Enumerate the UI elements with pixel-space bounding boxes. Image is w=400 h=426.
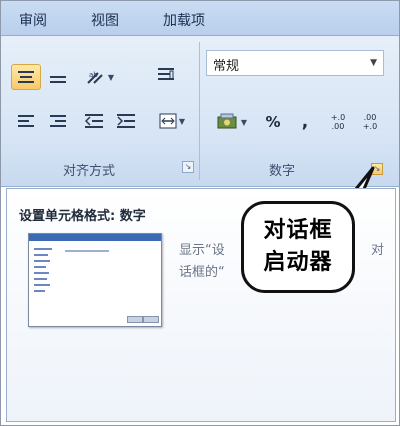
alignment-group-label: 对齐方式 [63,164,116,179]
number-format-value: 常规 [213,59,240,74]
group-divider [199,42,200,180]
chevron-down-icon: ▼ [178,116,186,126]
preview-line [34,260,50,262]
screentip-description-1-end: 对 [371,243,385,258]
text-orientation-icon: ab [87,71,103,84]
align-middle-button[interactable] [11,64,41,90]
ribbon-tab-bar: 审阅 视图 加载项 [1,1,399,36]
align-left-icon [18,115,34,127]
dialog-preview-thumbnail [28,233,162,327]
ribbon-body: ab ▼ ▼ 对齐方式 ↘ 常规 ▼ ▼ % , +.0 .00 .00 +.0… [1,36,399,212]
decrease-decimal-button[interactable]: .00 +.0 [355,108,385,136]
chevron-down-icon: ▼ [370,58,377,68]
merge-center-button[interactable]: ▼ [151,108,193,134]
chevron-down-icon: ▼ [107,72,115,82]
align-middle-icon [18,71,34,83]
launcher-callout: 对话框 启动器 [241,201,355,293]
callout-line-2: 启动器 [263,250,333,275]
tab-add-ins[interactable]: 加载项 [163,10,205,30]
preview-line [34,266,46,268]
screentip-title: 设置单元格格式: 数字 [19,209,146,224]
orientation-button[interactable]: ab ▼ [79,64,121,90]
tab-view[interactable]: 视图 [91,10,119,30]
preview-line [34,284,50,286]
screentip-description-1: 显示“设 [179,243,225,258]
number-format-dropdown[interactable]: 常规 ▼ [206,50,384,76]
wrap-text-icon [158,68,174,80]
preview-titlebar [29,234,161,241]
decrease-indent-icon [85,114,103,128]
currency-icon [217,113,237,129]
screentip-description-2: 话框的“ [179,265,225,280]
preview-cancel-button [143,316,159,323]
preview-line [34,248,52,250]
align-bottom-button[interactable] [43,64,73,90]
align-right-icon [50,115,66,127]
preview-line [34,290,45,292]
comma-style-button[interactable]: , [293,108,317,136]
callout-line-1: 对话框 [263,218,333,243]
preview-line [34,278,47,280]
accounting-format-button[interactable]: ▼ [208,108,256,136]
preview-line [34,272,49,274]
align-right-button[interactable] [43,108,73,134]
merge-cells-icon [159,113,177,129]
tab-review[interactable]: 审阅 [19,10,47,30]
increase-decimal-button[interactable]: +.0 .00 [323,108,353,136]
number-group-label: 数字 [269,164,296,179]
excel-ribbon-screenshot: 审阅 视图 加载项 ab ▼ ▼ 对齐方式 ↘ 常规 ▼ ▼ % , +.0 .… [0,0,400,426]
preview-line [65,250,109,252]
preview-line [34,254,48,256]
decrease-indent-button[interactable] [79,108,109,134]
align-bottom-icon [50,71,66,83]
increase-indent-button[interactable] [111,108,141,134]
chevron-down-icon: ▼ [240,117,248,127]
preview-ok-button [127,316,143,323]
align-left-button[interactable] [11,108,41,134]
increase-indent-icon [117,114,135,128]
alignment-dialog-launcher[interactable]: ↘ [182,161,194,173]
svg-text:ab: ab [89,71,98,79]
wrap-text-button[interactable] [151,60,181,90]
percent-style-button[interactable]: % [259,108,287,136]
